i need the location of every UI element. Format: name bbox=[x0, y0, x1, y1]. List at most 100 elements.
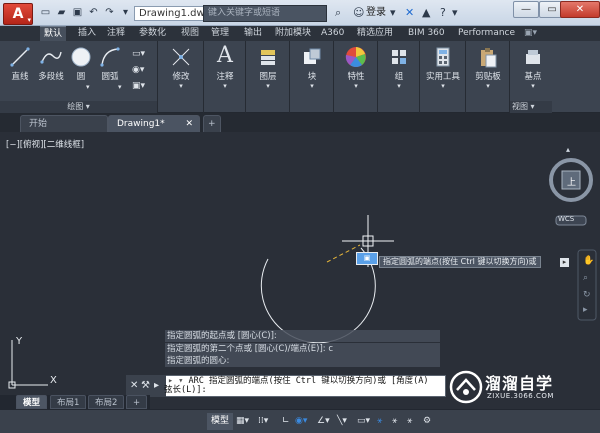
search-input[interactable]: 键入关键字或短语 bbox=[203, 5, 327, 22]
circle-button[interactable]: 圆 ▾ bbox=[68, 46, 94, 91]
help-icon[interactable]: ? bbox=[440, 6, 446, 19]
file-tab-bar: 开始 Drawing1* ✕ + bbox=[0, 113, 600, 132]
properties-button[interactable]: 特性 ▾ bbox=[338, 46, 374, 90]
add-layout-button[interactable]: + bbox=[126, 395, 148, 409]
region-icon[interactable]: ▣▾ bbox=[132, 81, 146, 91]
ribbon-minimize-icon[interactable]: ▣▾ bbox=[520, 26, 541, 41]
watermark-logo-icon bbox=[449, 370, 483, 404]
modify-panel: 修改 ▾ bbox=[158, 41, 204, 113]
line-button[interactable]: 直线 bbox=[6, 46, 34, 82]
close-command-line-icon[interactable]: ✕ bbox=[130, 375, 138, 397]
close-button[interactable]: ✕ bbox=[560, 1, 600, 18]
tab-drawing1[interactable]: Drawing1* ✕ bbox=[108, 115, 200, 132]
tab-addins[interactable]: 附加模块 bbox=[271, 26, 315, 41]
tab-annotate[interactable]: 注释 bbox=[103, 26, 129, 41]
annotation-button[interactable]: A 注释 ▾ bbox=[208, 43, 242, 91]
grid-icon[interactable]: ▦▾ bbox=[236, 414, 249, 429]
ucs-x-label: X bbox=[50, 375, 57, 386]
arc-button[interactable]: 圆弧 ▾ bbox=[96, 46, 124, 91]
color-wheel-icon bbox=[345, 47, 366, 67]
block-button[interactable]: 块 ▾ bbox=[294, 46, 330, 90]
new-tab-button[interactable]: + bbox=[203, 115, 221, 132]
quick-access-dropdown-icon[interactable]: ▾ bbox=[120, 7, 131, 18]
orbit-icon[interactable]: ↻ bbox=[583, 290, 591, 300]
annotation-panel: A 注释 ▾ bbox=[204, 41, 246, 113]
close-tab-icon[interactable]: ✕ bbox=[185, 116, 193, 133]
base-point-button[interactable]: 基点 ▾ bbox=[516, 46, 550, 90]
tab-performance[interactable]: Performance bbox=[454, 26, 519, 41]
workspace-icon[interactable]: ⚙ bbox=[423, 414, 431, 429]
tooltip-options-icon[interactable]: ▸ bbox=[560, 258, 569, 267]
showmotion-icon[interactable]: ▸ bbox=[583, 305, 588, 315]
tab-insert[interactable]: 插入 bbox=[74, 26, 100, 41]
draw-panel-title[interactable]: 绘图 ▾ bbox=[0, 101, 157, 113]
dynamic-prompt-tooltip: 指定圆弧的端点(按住 Ctrl 键以切换方向)或 bbox=[379, 256, 541, 268]
tab-featured-apps[interactable]: 精选应用 bbox=[353, 26, 397, 41]
login-dropdown-icon[interactable]: ▾ bbox=[390, 6, 396, 19]
polyline-icon bbox=[40, 51, 62, 64]
save-icon[interactable]: ▣ bbox=[72, 7, 83, 18]
polyline-button[interactable]: 多段线 bbox=[34, 46, 68, 82]
isodraft-icon[interactable]: ∠▾ bbox=[317, 414, 330, 429]
view-panel-title[interactable]: 视图 ▾ bbox=[510, 101, 552, 113]
rectangle-icon[interactable]: ▭▾ bbox=[132, 49, 146, 59]
annotation-visibility-icon[interactable]: ⚹ bbox=[392, 414, 397, 429]
tab-output[interactable]: 输出 bbox=[240, 26, 266, 41]
tab-a360[interactable]: A360 bbox=[317, 26, 348, 41]
a360-icon[interactable]: ▲ bbox=[422, 6, 430, 19]
modify-button[interactable]: 修改 ▾ bbox=[162, 46, 200, 90]
command-prompt[interactable]: ▸ ▾ ARC 指定圆弧的端点(按住 Ctrl 键以切换方向)或 [角度(A) … bbox=[164, 377, 444, 395]
groups-button[interactable]: 组 ▾ bbox=[382, 46, 416, 90]
block-icon bbox=[304, 48, 321, 64]
watermark-url: ZIXUE.3066.COM bbox=[487, 392, 554, 400]
user-icon[interactable]: ☺ bbox=[353, 6, 364, 19]
osnap-tracking-icon[interactable]: ╲▾ bbox=[337, 414, 347, 429]
status-bar: 模型 ▦▾ ⁞⁞▾ ∟ ◉▾ ∠▾ ╲▾ ▭▾ ⚹ ⚹ ⚹ ⚙ bbox=[0, 409, 600, 433]
layers-button[interactable]: 图层 ▾ bbox=[250, 46, 286, 90]
utilities-button[interactable]: 实用工具 ▾ bbox=[423, 46, 463, 90]
model-space-button[interactable]: 模型 bbox=[207, 413, 234, 430]
application-menu-button[interactable]: A ▾ bbox=[3, 3, 33, 25]
auto-scale-icon[interactable]: ⚹ bbox=[407, 414, 412, 429]
calculator-icon bbox=[436, 47, 450, 67]
tab-manage[interactable]: 管理 bbox=[207, 26, 233, 41]
view-panel: 基点 ▾ 视图 ▾ bbox=[510, 41, 600, 113]
exchange-icon[interactable]: ✕ bbox=[405, 6, 414, 19]
polar-icon[interactable]: ◉▾ bbox=[295, 414, 307, 429]
tab-layout1[interactable]: 布局1 bbox=[50, 395, 87, 409]
history-line: 指定圆弧的起点或 [圆心(C)]: bbox=[165, 330, 440, 342]
circle-icon bbox=[71, 47, 91, 67]
clipboard-panel: 剪贴板 ▾ bbox=[466, 41, 510, 113]
snap-icon[interactable]: ⁞⁞▾ bbox=[258, 414, 268, 429]
open-file-icon[interactable]: ▰ bbox=[56, 7, 67, 18]
tab-home[interactable]: 默认 bbox=[40, 26, 67, 41]
help-dropdown-icon[interactable]: ▾ bbox=[452, 6, 458, 19]
zoom-icon[interactable]: ⌕ bbox=[583, 273, 588, 283]
undo-icon[interactable]: ↶ bbox=[88, 7, 99, 18]
hatch-icon[interactable]: ◉▾ bbox=[132, 65, 146, 75]
history-line: 指定圆弧的圆心: bbox=[165, 355, 440, 367]
redo-icon[interactable]: ↷ bbox=[104, 7, 115, 18]
annotation-scale-icon[interactable]: ⚹ bbox=[377, 414, 382, 429]
text-icon: A bbox=[217, 43, 233, 68]
pan-icon[interactable]: ✋ bbox=[583, 256, 594, 266]
binoculars-icon[interactable]: ⌕ bbox=[335, 6, 341, 19]
tab-parametric[interactable]: 参数化 bbox=[135, 26, 170, 41]
tab-view[interactable]: 视图 bbox=[177, 26, 203, 41]
login-button[interactable]: 登录 bbox=[366, 6, 386, 19]
tab-bim360[interactable]: BIM 360 bbox=[404, 26, 449, 41]
groups-panel: 组 ▾ bbox=[378, 41, 420, 113]
ucs-y-label: Y bbox=[16, 336, 23, 347]
osnap-icon[interactable]: ▭▾ bbox=[357, 414, 370, 429]
command-icon[interactable]: ▸ bbox=[154, 375, 159, 397]
tab-layout2[interactable]: 布局2 bbox=[88, 395, 125, 409]
minimize-button[interactable]: — bbox=[513, 1, 539, 18]
new-file-icon[interactable]: ▭ bbox=[40, 7, 51, 18]
customize-icon[interactable]: ⚒ bbox=[141, 375, 150, 397]
dynamic-input-box[interactable]: ▣ bbox=[356, 252, 378, 265]
tab-model[interactable]: 模型 bbox=[16, 395, 48, 409]
tab-start[interactable]: 开始 bbox=[20, 115, 108, 132]
block-panel: 块 ▾ bbox=[290, 41, 334, 113]
ortho-icon[interactable]: ∟ bbox=[282, 414, 290, 429]
clipboard-button[interactable]: 剪贴板 ▾ bbox=[470, 46, 506, 90]
